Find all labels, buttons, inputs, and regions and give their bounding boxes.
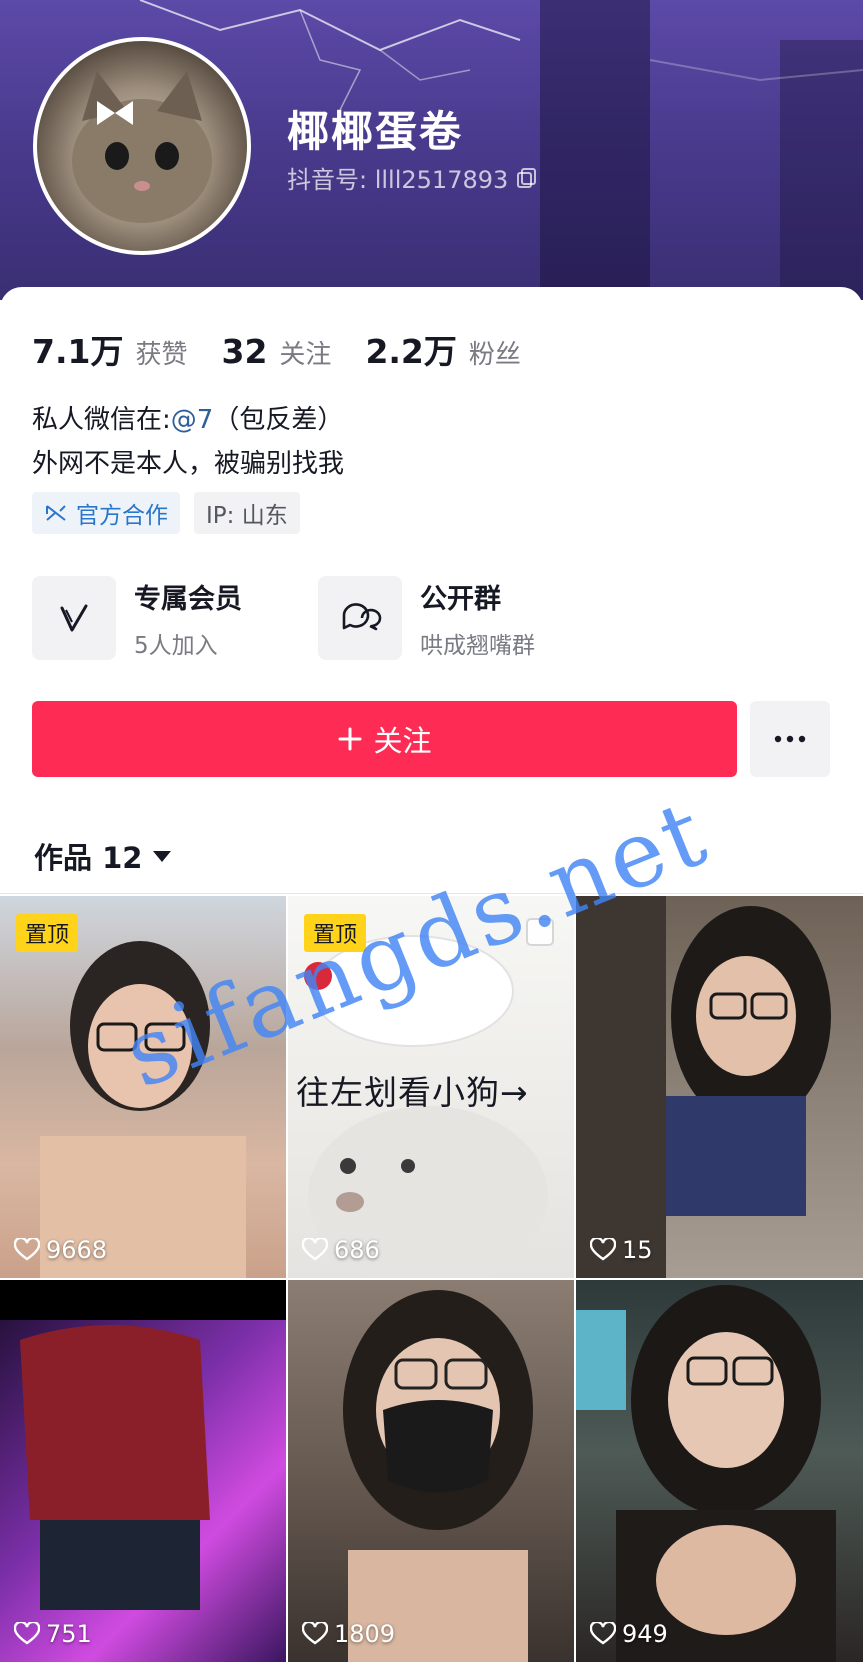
likes-count: 751 — [14, 1620, 92, 1648]
avatar[interactable] — [33, 37, 251, 255]
feature-subtitle: 5人加入 — [134, 632, 218, 659]
profile-tags: 官方合作 IP: 山东 — [32, 492, 300, 534]
likes-count: 9668 — [14, 1236, 107, 1264]
likes-count: 686 — [302, 1236, 380, 1264]
douyin-id: 抖音号: llll2517893 — [287, 160, 538, 195]
feature-icon-box — [32, 576, 116, 660]
bio-text: （包反差） — [213, 405, 344, 435]
feature-title: 专属会员 — [134, 583, 242, 615]
bio-mention-link[interactable]: @7 — [171, 405, 214, 435]
works-tab-label: 作品 12 — [34, 841, 143, 875]
video-tile[interactable]: 15 — [576, 896, 863, 1278]
stat-label: 获赞 — [135, 340, 188, 370]
video-tile[interactable]: 1809 — [288, 1280, 574, 1662]
video-thumbnail — [0, 1280, 286, 1610]
likes-count: 1809 — [302, 1620, 395, 1648]
caret-down-icon — [153, 851, 172, 862]
heart-icon — [14, 1622, 40, 1645]
coop-icon — [46, 505, 66, 521]
official-coop-tag[interactable]: 官方合作 — [32, 492, 180, 534]
stat-value: 32 — [221, 332, 268, 371]
heart-icon — [590, 1238, 616, 1261]
bio-line-1: 私人微信在:@7（包反差） — [32, 398, 344, 442]
follow-button-label: 关注 — [373, 724, 432, 758]
tab-divider — [0, 893, 863, 894]
feature-title: 公开群 — [420, 583, 501, 615]
heart-icon — [590, 1622, 616, 1645]
heart-icon — [302, 1622, 328, 1645]
kitten-avatar-image — [72, 71, 212, 223]
video-tile[interactable]: 751 — [0, 1280, 286, 1662]
likes-number: 686 — [334, 1236, 380, 1264]
coop-tag-label: 官方合作 — [76, 503, 168, 529]
stat-following[interactable]: 32 关注 — [221, 332, 331, 371]
video-thumbnail — [40, 941, 246, 1278]
nickname: 椰椰蛋卷 — [287, 107, 464, 156]
video-tile[interactable]: 置顶 往左划看小狗→ 686 — [288, 896, 574, 1278]
plus-icon — [338, 727, 362, 751]
stat-followers[interactable]: 2.2万 粉丝 — [365, 325, 520, 373]
feature-subtitle: 哄成翘嘴群 — [420, 632, 535, 659]
ip-location-tag: IP: 山东 — [194, 492, 300, 534]
video-caption: 往左划看小狗→ — [296, 1073, 529, 1112]
feature-public-group[interactable]: 公开群 哄成翘嘴群 — [318, 576, 535, 660]
likes-number: 949 — [622, 1620, 668, 1648]
likes-number: 9668 — [46, 1236, 108, 1264]
bio-line-2: 外网不是本人，被骗别找我 — [32, 449, 345, 479]
vip-v-icon — [60, 604, 88, 632]
feature-vip-membership[interactable]: 专属会员 5人加入 — [32, 576, 242, 660]
works-tab[interactable]: 作品 12 — [34, 835, 172, 877]
likes-count: 949 — [590, 1620, 668, 1648]
follow-button[interactable]: 关注 — [32, 701, 737, 777]
bio-text: 私人微信在: — [32, 405, 171, 435]
more-dots-icon — [774, 735, 806, 743]
video-thumbnail — [576, 1285, 836, 1662]
heart-icon — [14, 1238, 40, 1261]
likes-count: 15 — [590, 1236, 653, 1264]
feature-icon-box — [318, 576, 402, 660]
bio: 私人微信在:@7（包反差） 外网不是本人，被骗别找我 — [32, 398, 344, 486]
profile-stats: 7.1万 获赞 32 关注 2.2万 粉丝 — [32, 325, 555, 373]
heart-icon — [302, 1238, 328, 1261]
video-tile[interactable]: 置顶 9668 — [0, 896, 286, 1278]
douyin-id-text: 抖音号: llll2517893 — [287, 166, 509, 194]
stat-likes[interactable]: 7.1万 获赞 — [32, 325, 187, 373]
video-tile[interactable]: 949 — [576, 1280, 863, 1662]
likes-number: 751 — [46, 1620, 92, 1648]
more-options-button[interactable] — [750, 701, 830, 777]
likes-number: 1809 — [334, 1620, 396, 1648]
pinned-badge: 置顶 — [16, 914, 79, 952]
group-chat-icon — [342, 603, 382, 631]
likes-number: 15 — [622, 1236, 653, 1264]
select-checkbox[interactable] — [526, 918, 554, 946]
video-thumbnail — [576, 896, 831, 1278]
video-thumbnail — [343, 1290, 533, 1662]
stat-value: 7.1万 — [32, 332, 124, 371]
stat-value: 2.2万 — [365, 332, 457, 371]
pinned-badge: 置顶 — [304, 914, 367, 952]
stat-label: 关注 — [279, 340, 332, 370]
stat-label: 粉丝 — [468, 340, 521, 370]
copy-icon[interactable] — [516, 167, 538, 189]
